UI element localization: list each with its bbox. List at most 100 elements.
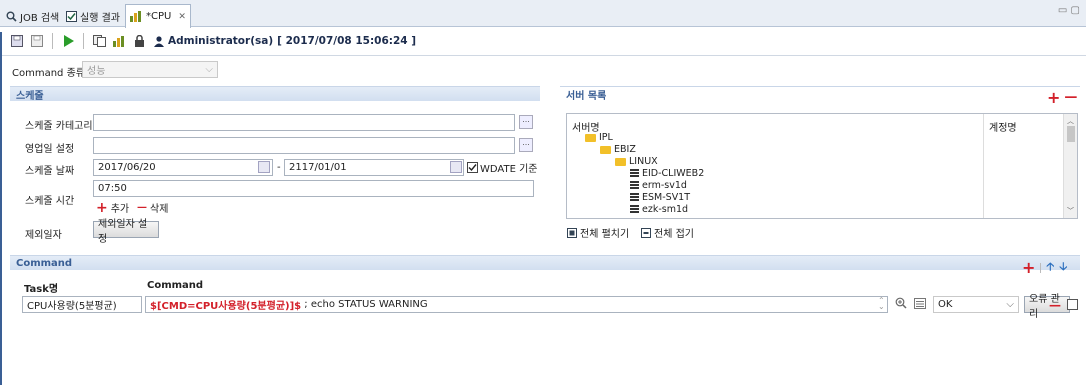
window-control-icon[interactable]: ▭ ▢ [1058,5,1080,16]
business-day-browse-button[interactable]: ... [519,138,533,152]
user-session-info: Administrator(sa) [ 2017/07/08 15:06:24 … [154,35,416,47]
calendar-icon[interactable] [258,161,270,173]
lock-icon[interactable] [132,34,146,48]
tree-node-label: ezk-sm1d [642,204,689,215]
command-type-select[interactable]: 성능 ⌵ [82,61,218,78]
scroll-down-icon[interactable]: ﹀ [1067,206,1074,216]
add-command-icon[interactable]: + [1022,259,1035,275]
server-icon [630,193,639,202]
exclude-date-label: 제외일자 [25,230,62,241]
move-down-icon[interactable]: 🡣 [1059,258,1067,277]
minus-icon: — [137,202,147,213]
date-from-field[interactable]: 2017/06/20 [93,159,273,176]
remove-command-icon[interactable]: — [1049,298,1061,312]
schedule-category-label: 스케줄 카테고리 [25,121,93,132]
tab-label: JOB 검색 [20,13,60,24]
delete-label: 삭제 [150,204,169,215]
chart-icon[interactable] [112,34,126,48]
user-icon [154,35,164,47]
command-variable: $[CMD=CPU사용량(5분평균)]$ [150,301,302,312]
server-icon [630,181,639,190]
zoom-icon[interactable] [895,297,907,312]
business-day-label: 영업일 설정 [25,144,75,155]
tree-node[interactable]: IPL [585,132,613,143]
command-type-value: 성능 [87,66,106,77]
add-server-icon[interactable]: + [1047,89,1060,105]
status-value: OK [938,299,953,310]
command-row-checkbox[interactable] [1067,299,1078,310]
save-as-icon[interactable] [30,34,44,48]
category-browse-button[interactable]: ... [519,115,533,129]
exclude-date-button[interactable]: 제외일자 설정 [93,219,159,245]
tab-run-result[interactable]: 실행 결과 [62,6,124,27]
copy-icon[interactable] [92,34,106,48]
scrollbar-thumb[interactable] [1067,126,1075,142]
collapse-all-button[interactable]: 전체 접기 [641,225,694,240]
expand-all-label: 전체 펼치기 [580,229,630,240]
tree-node[interactable]: ezk-sm1d [630,204,688,215]
status-select[interactable]: OK ⌵ [933,296,1019,313]
tab-label: 실행 결과 [80,13,120,24]
server-icon [630,169,639,178]
tree-node-label: EBIZ [614,144,636,155]
toolbar-divider [1040,262,1042,273]
left-edge-border [0,32,2,385]
server-section-header: 서버 목록 [560,86,1080,102]
task-name-field[interactable]: CPU사용량(5분평균) [22,296,142,313]
move-up-icon[interactable]: 🡡 [1046,258,1054,277]
server-tree: 서버명 계정명 IPL EBIZ LINUX EID-CLIWEB2 erm-sv1d E… [566,113,1078,219]
scroll-up-icon[interactable]: ︿ [1067,116,1074,126]
schedule-time-value: 07:50 [98,183,127,194]
save-icon[interactable] [10,34,24,48]
collapse-icon [641,227,651,238]
date-to-value: 2117/01/01 [289,162,347,173]
close-icon[interactable]: ✕ [178,12,186,22]
folder-icon [615,157,626,166]
tree-node-label: LINUX [629,156,658,167]
checkbox-icon [66,11,77,22]
tree-node[interactable]: erm-sv1d [630,180,687,191]
schedule-time-field[interactable]: 07:50 [93,180,534,197]
toolbar: Administrator(sa) [ 2017/07/08 15:06:24 … [0,29,1086,53]
schedule-section-header: 스케줄 [10,86,540,102]
date-separator: - [277,162,281,173]
tree-node[interactable]: ESM-SV1T [630,192,690,203]
date-to-field[interactable]: 2117/01/01 [284,159,464,176]
command-spinner[interactable]: ⌃ ⌄ [878,297,885,311]
tree-node-label: EID-CLIWEB2 [642,168,705,179]
expand-icon [567,227,577,238]
run-icon[interactable] [61,34,75,48]
tree-node[interactable]: EBIZ [600,144,636,155]
folder-icon [600,145,611,154]
tab-job-search[interactable]: JOB 검색 [2,6,63,27]
add-label: 추가 [110,204,130,215]
tree-node[interactable]: EID-CLIWEB2 [630,168,704,179]
date-from-value: 2017/06/20 [98,162,156,173]
schedule-category-field[interactable] [93,114,515,131]
schedule-date-label: 스케줄 날짜 [25,166,75,177]
chevron-down-icon: ⌵ [1006,299,1014,310]
tab-label: *CPU [146,11,172,22]
tree-node[interactable]: LINUX [615,156,658,167]
divider [0,55,1086,56]
tree-node-label: IPL [599,132,613,143]
server-list-title: 서버 목록 [566,90,607,102]
business-day-field[interactable] [93,137,515,154]
error-management-button[interactable]: 오류 관리 [1024,294,1070,320]
command-section-header: Command [10,255,1080,270]
remove-server-icon[interactable]: — [1064,90,1077,105]
history-icon[interactable] [914,298,926,312]
wdate-label: WDATE 기준 [480,164,538,175]
tab-cpu[interactable]: *CPU ✕ [125,4,191,28]
task-name-header: Task명 [24,284,59,295]
chart-icon [130,11,141,22]
add-time-button[interactable]: + 추가 [96,200,130,216]
calendar-icon[interactable] [450,161,462,173]
expand-all-button[interactable]: 전체 펼치기 [567,225,629,240]
session-timestamp: [ 2017/07/08 15:06:24 ] [277,35,417,47]
vertical-scrollbar[interactable]: ︿ ﹀ [1063,114,1077,218]
delete-time-button[interactable]: — 삭제 [137,200,168,215]
wdate-checkbox[interactable] [467,162,478,173]
toolbar-divider [52,33,53,49]
command-field[interactable]: $[CMD=CPU사용량(5분평균)]$ ; echo STATUS WARNI… [145,296,888,313]
